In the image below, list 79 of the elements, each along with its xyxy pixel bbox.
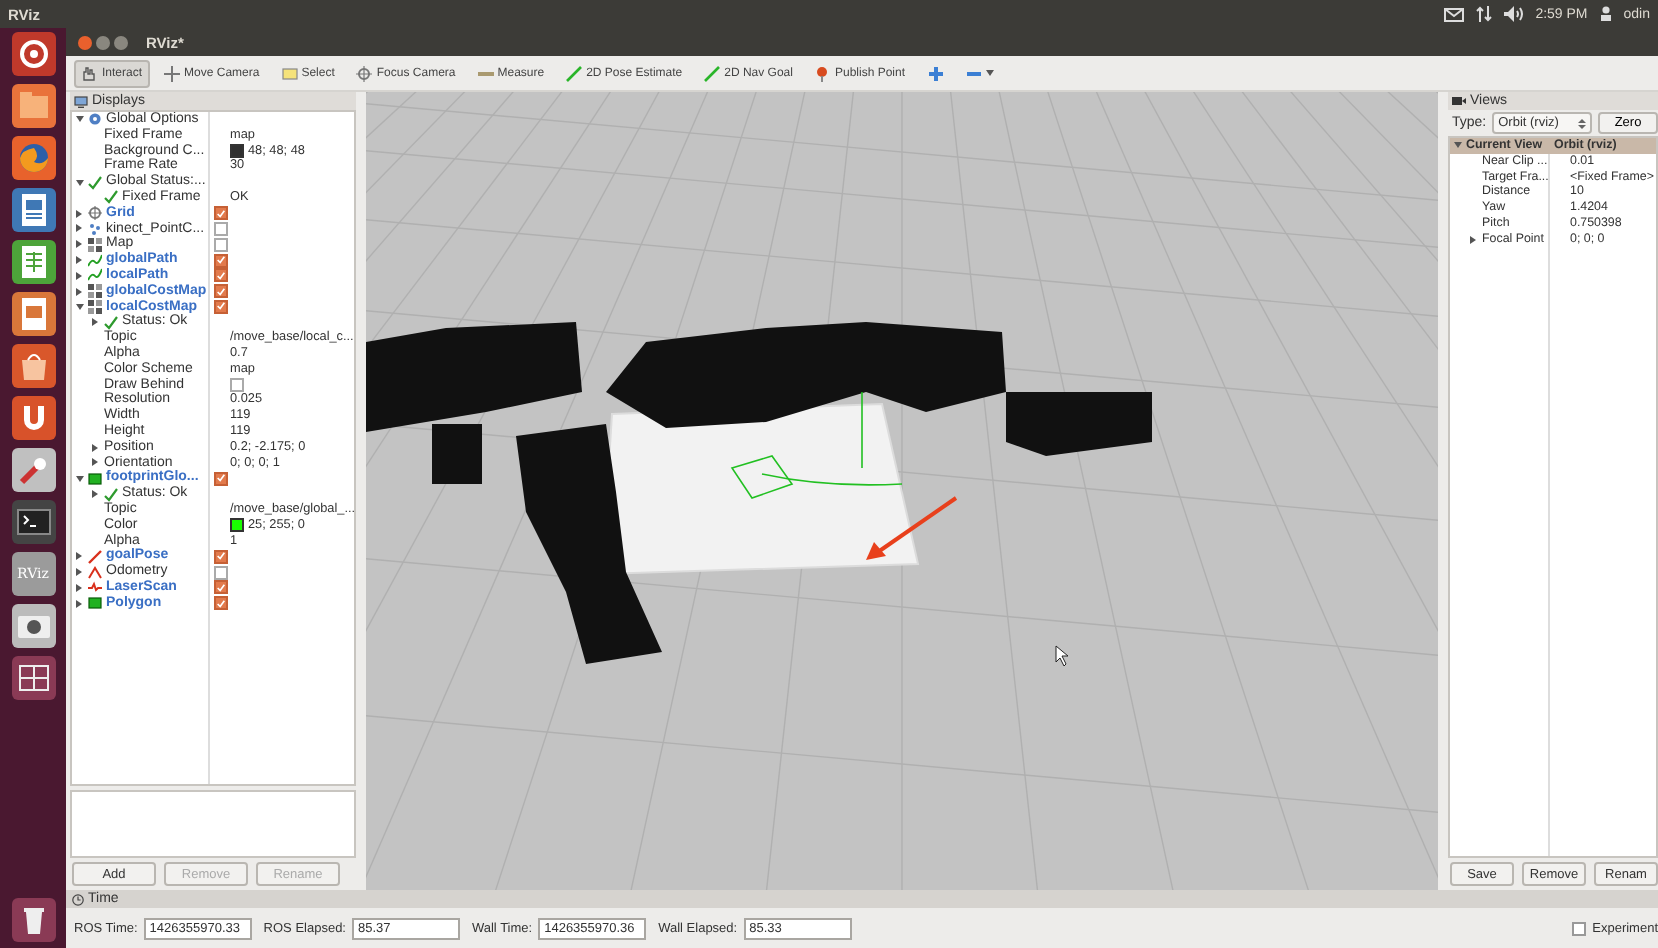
checkbox[interactable] — [214, 268, 228, 283]
trash-icon[interactable] — [11, 898, 55, 942]
crosshair-icon — [164, 65, 181, 81]
presentation-icon[interactable] — [11, 292, 55, 336]
expand-arrow-icon[interactable] — [76, 552, 82, 561]
expand-arrow-icon[interactable] — [76, 224, 82, 233]
footprint-polygon — [730, 455, 794, 499]
square-icon — [88, 596, 102, 611]
checkbox[interactable] — [214, 565, 228, 579]
monitor-icon — [74, 95, 88, 107]
dots-icon — [88, 221, 102, 236]
expand-arrow-icon[interactable] — [76, 271, 82, 280]
globe-icon[interactable] — [11, 136, 55, 180]
checkbox[interactable] — [214, 253, 228, 268]
target-icon — [356, 65, 373, 81]
folder-icon[interactable] — [11, 84, 55, 128]
map-tiles-icon — [88, 237, 102, 252]
color-swatch[interactable] — [230, 143, 244, 158]
zigzag-icon — [88, 580, 102, 595]
workspaces-icon[interactable] — [11, 656, 55, 700]
checkbox[interactable] — [1572, 921, 1587, 935]
checkbox[interactable] — [214, 206, 228, 221]
diagonal-line-icon — [566, 65, 583, 81]
checkbox[interactable] — [214, 549, 228, 564]
maximize-icon[interactable] — [114, 35, 128, 49]
terminal-icon[interactable] — [11, 500, 55, 544]
checkbox[interactable] — [214, 237, 228, 252]
network-icon[interactable] — [1475, 6, 1492, 22]
expand-arrow-icon[interactable] — [92, 318, 98, 327]
checkbox[interactable] — [214, 580, 228, 595]
expand-arrow-icon[interactable] — [76, 209, 82, 218]
wrench-icon[interactable] — [11, 448, 55, 492]
user-icon[interactable] — [1599, 6, 1612, 22]
rectangle-icon — [281, 65, 298, 81]
expand-arrow-icon[interactable] — [92, 490, 98, 499]
cup-icon[interactable] — [11, 396, 55, 440]
grid-icon — [88, 206, 102, 221]
camera-icon[interactable] — [11, 604, 55, 648]
checkbox[interactable] — [214, 299, 228, 314]
expand-arrow-icon[interactable] — [1470, 235, 1476, 244]
diagonal-line-icon — [704, 65, 721, 81]
expand-arrow-icon[interactable] — [1454, 142, 1462, 149]
color-swatch[interactable] — [230, 518, 244, 533]
expand-arrow-icon[interactable] — [76, 287, 82, 296]
pin-icon — [814, 65, 831, 81]
expand-arrow-icon[interactable] — [76, 568, 82, 576]
goal-arrow — [866, 496, 958, 560]
square-icon — [88, 471, 102, 486]
checkbox[interactable] — [214, 596, 228, 611]
path-line — [761, 391, 903, 486]
caret-icon — [985, 70, 994, 76]
checkmark-icon — [104, 315, 118, 330]
expand-arrow-icon[interactable] — [92, 443, 98, 452]
checkbox[interactable] — [214, 221, 228, 236]
close-icon[interactable] — [78, 35, 92, 49]
spinner-arrows-icon — [1578, 117, 1586, 129]
hand-icon — [82, 65, 98, 81]
expand-arrow-icon[interactable] — [76, 240, 82, 249]
cursor-icon — [1055, 645, 1069, 667]
arc-icon — [88, 565, 102, 579]
expand-arrow-icon[interactable] — [76, 599, 82, 608]
bag-icon[interactable] — [11, 344, 55, 388]
camera-icon — [1452, 96, 1466, 106]
mail-icon[interactable] — [1443, 7, 1464, 21]
minimize-icon[interactable] — [96, 35, 110, 49]
expand-arrow-icon[interactable] — [76, 583, 82, 592]
expand-arrow-icon[interactable] — [92, 458, 98, 467]
circle-logo-icon[interactable] — [11, 32, 55, 76]
checkbox[interactable] — [214, 471, 228, 486]
spreadsheet-icon[interactable] — [11, 240, 55, 284]
expand-arrow-icon[interactable] — [76, 256, 82, 265]
document-icon[interactable] — [11, 188, 55, 232]
clock-icon — [72, 893, 84, 905]
checkmark-icon — [104, 487, 118, 502]
plus-icon — [927, 65, 944, 81]
speaker-icon[interactable] — [1503, 6, 1524, 22]
expand-arrow-icon[interactable] — [76, 179, 84, 186]
checkbox[interactable] — [230, 377, 244, 392]
checkbox[interactable] — [214, 284, 228, 299]
